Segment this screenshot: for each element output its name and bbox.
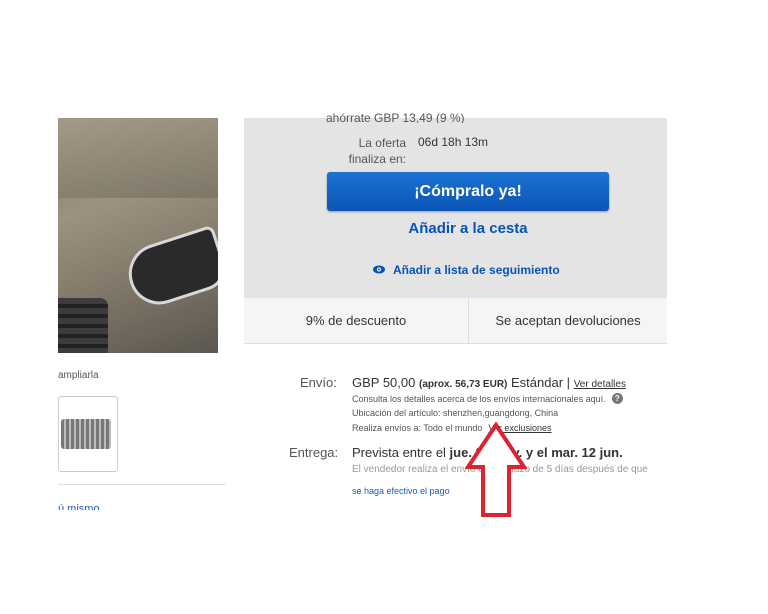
question-icon[interactable]: ? [611,393,623,404]
offer-ends-label: La oferta finaliza en: [348,136,406,166]
discount-badge: 9% de descuento [305,313,407,328]
intl-shipping-note: Consulta los detalles acerca de los enví… [352,393,623,404]
add-to-cart-link[interactable]: Añadir a la cesta [327,220,609,237]
eye-icon [373,263,385,277]
shipping-details-link[interactable]: Ver detalles [574,379,626,390]
shipping-label: Envío: [300,375,337,390]
shipping-approx: (aprox. 56,73 EUR) [419,379,508,390]
separator: | [566,375,571,390]
offer-countdown: 06d 18h 13m [418,135,489,149]
add-to-watchlist-link[interactable]: Añadir a lista de seguimiento [373,263,560,277]
payment-note: se haga efectivo el pago [352,486,450,496]
shipping-service: Estándar [511,375,564,390]
shipping-price: GBP 50,00 [352,375,416,390]
item-location: Ubicación del artículo: shenzhen,guangdo… [352,408,559,418]
savings-text: ahórrate GBP 13,49 (9 %) [326,111,465,123]
buy-now-button[interactable]: ¡Cómpralo ya! [327,172,609,211]
red-up-arrow [465,422,527,517]
headlight [120,224,218,313]
product-image[interactable] [58,118,218,353]
divider [58,484,226,485]
thumbnail-image[interactable] [58,396,118,472]
grille-thumbnail [61,419,111,449]
car-hood [58,118,218,198]
ships-to-text: Realiza envíos a: Todo el mundo [352,423,483,433]
watchlist-label: Añadir a lista de seguimiento [393,263,560,277]
car-grille [58,298,108,353]
enlarge-hint: ampliarla [58,370,99,381]
returns-accepted: Se aceptan devoluciones [495,313,641,328]
intl-note-text: Consulta los detalles acerca de los enví… [352,393,606,404]
delivery-prefix: Prevista entre el [352,445,450,460]
sell-one-like-this-link[interactable]: ú mismo [58,502,100,510]
delivery-label: Entrega: [289,445,339,460]
shipping-cost-line: GBP 50,00 (aprox. 56,73 EUR) Estándar | … [352,375,626,390]
